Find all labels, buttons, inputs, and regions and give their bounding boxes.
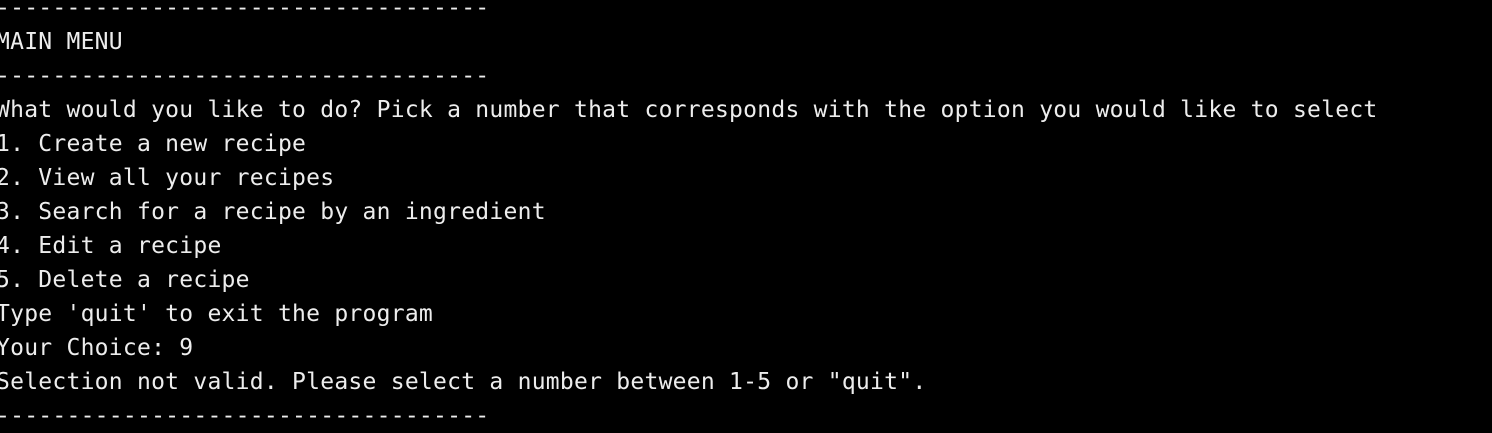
divider-bottom: ----------------------------------- [0,403,490,429]
menu-option-create: 1. Create a new recipe [0,131,307,157]
divider-top: ----------------------------------- [0,0,490,21]
choice-label: Your Choice: [0,335,180,361]
error-message: Selection not valid. Please select a num… [0,369,927,395]
menu-option-view: 2. View all your recipes [0,165,335,191]
menu-title: MAIN MENU [0,29,123,55]
menu-option-search: 3. Search for a recipe by an ingredient [0,199,546,225]
terminal-window: ----------------------------------- MAIN… [0,0,1492,429]
choice-input-value[interactable]: 9 [179,335,193,361]
divider-title: ----------------------------------- [0,63,490,89]
quit-hint: Type 'quit' to exit the program [0,301,434,327]
menu-prompt: What would you like to do? Pick a number… [0,97,1378,123]
choice-line[interactable]: Your Choice: 9 [0,331,1492,365]
menu-option-delete: 5. Delete a recipe [0,267,250,293]
menu-option-edit: 4. Edit a recipe [0,233,222,259]
